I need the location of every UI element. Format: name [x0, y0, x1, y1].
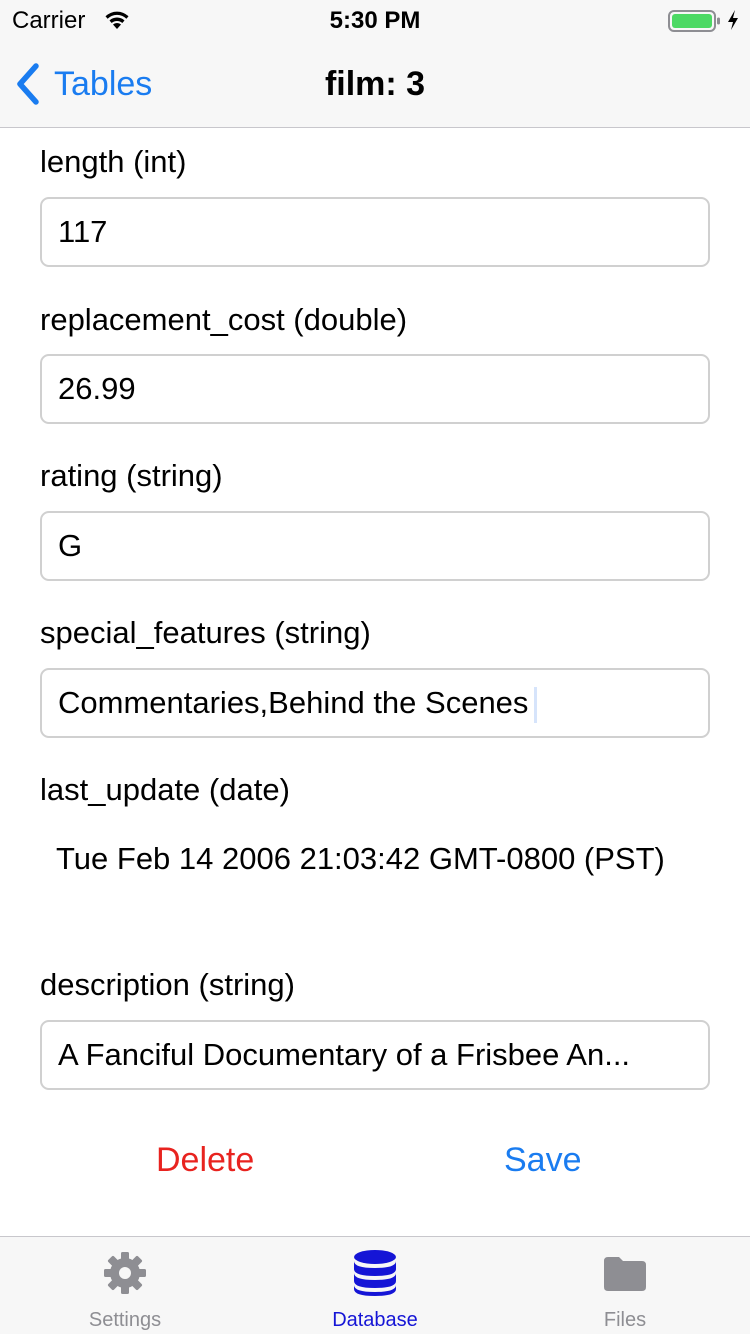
special-features-label: special_features (string) — [40, 615, 371, 650]
description-label: description (string) — [40, 967, 295, 1002]
tab-settings-label: Settings — [88, 1309, 162, 1331]
tab-files[interactable]: Files — [500, 1237, 750, 1335]
special-features-field[interactable]: Commentaries,Behind the Scenes — [40, 668, 710, 738]
charging-bolt-icon — [728, 10, 738, 30]
gear-icon — [104, 1252, 146, 1294]
length-field[interactable]: 117 — [40, 197, 710, 267]
last-update-label: last_update (date) — [40, 772, 290, 807]
delete-button[interactable]: Delete — [156, 1140, 254, 1180]
length-label: length (int) — [40, 144, 187, 179]
status-time: 5:30 PM — [329, 7, 421, 34]
special-features-value: Commentaries,Behind the Scenes — [58, 685, 529, 720]
tab-bar: Settings Database Files — [0, 1236, 750, 1334]
tab-files-label: Files — [603, 1309, 647, 1331]
replacement-cost-field[interactable]: 26.99 — [40, 354, 710, 424]
tab-database-label: Database — [332, 1309, 418, 1331]
save-button[interactable]: Save — [504, 1140, 582, 1180]
folder-icon — [604, 1257, 646, 1291]
text-cursor — [534, 686, 538, 723]
rating-label: rating (string) — [40, 458, 223, 493]
navigation-bar: Tables film: 3 — [0, 40, 750, 128]
tab-settings[interactable]: Settings — [0, 1237, 250, 1335]
database-icon — [354, 1250, 396, 1296]
record-form[interactable]: length (int) 117 replacement_cost (doubl… — [0, 128, 750, 1236]
battery-icon — [668, 10, 720, 32]
description-field[interactable]: A Fanciful Documentary of a Frisbee An..… — [40, 1020, 710, 1090]
status-bar: Carrier 5:30 PM — [0, 0, 750, 40]
rating-field[interactable]: G — [40, 511, 710, 581]
last-update-value: Tue Feb 14 2006 21:03:42 GMT-0800 (PST) — [56, 841, 665, 876]
page-title: film: 3 — [324, 65, 426, 103]
replacement-cost-label: replacement_cost (double) — [40, 302, 408, 337]
tab-database[interactable]: Database — [250, 1237, 500, 1335]
